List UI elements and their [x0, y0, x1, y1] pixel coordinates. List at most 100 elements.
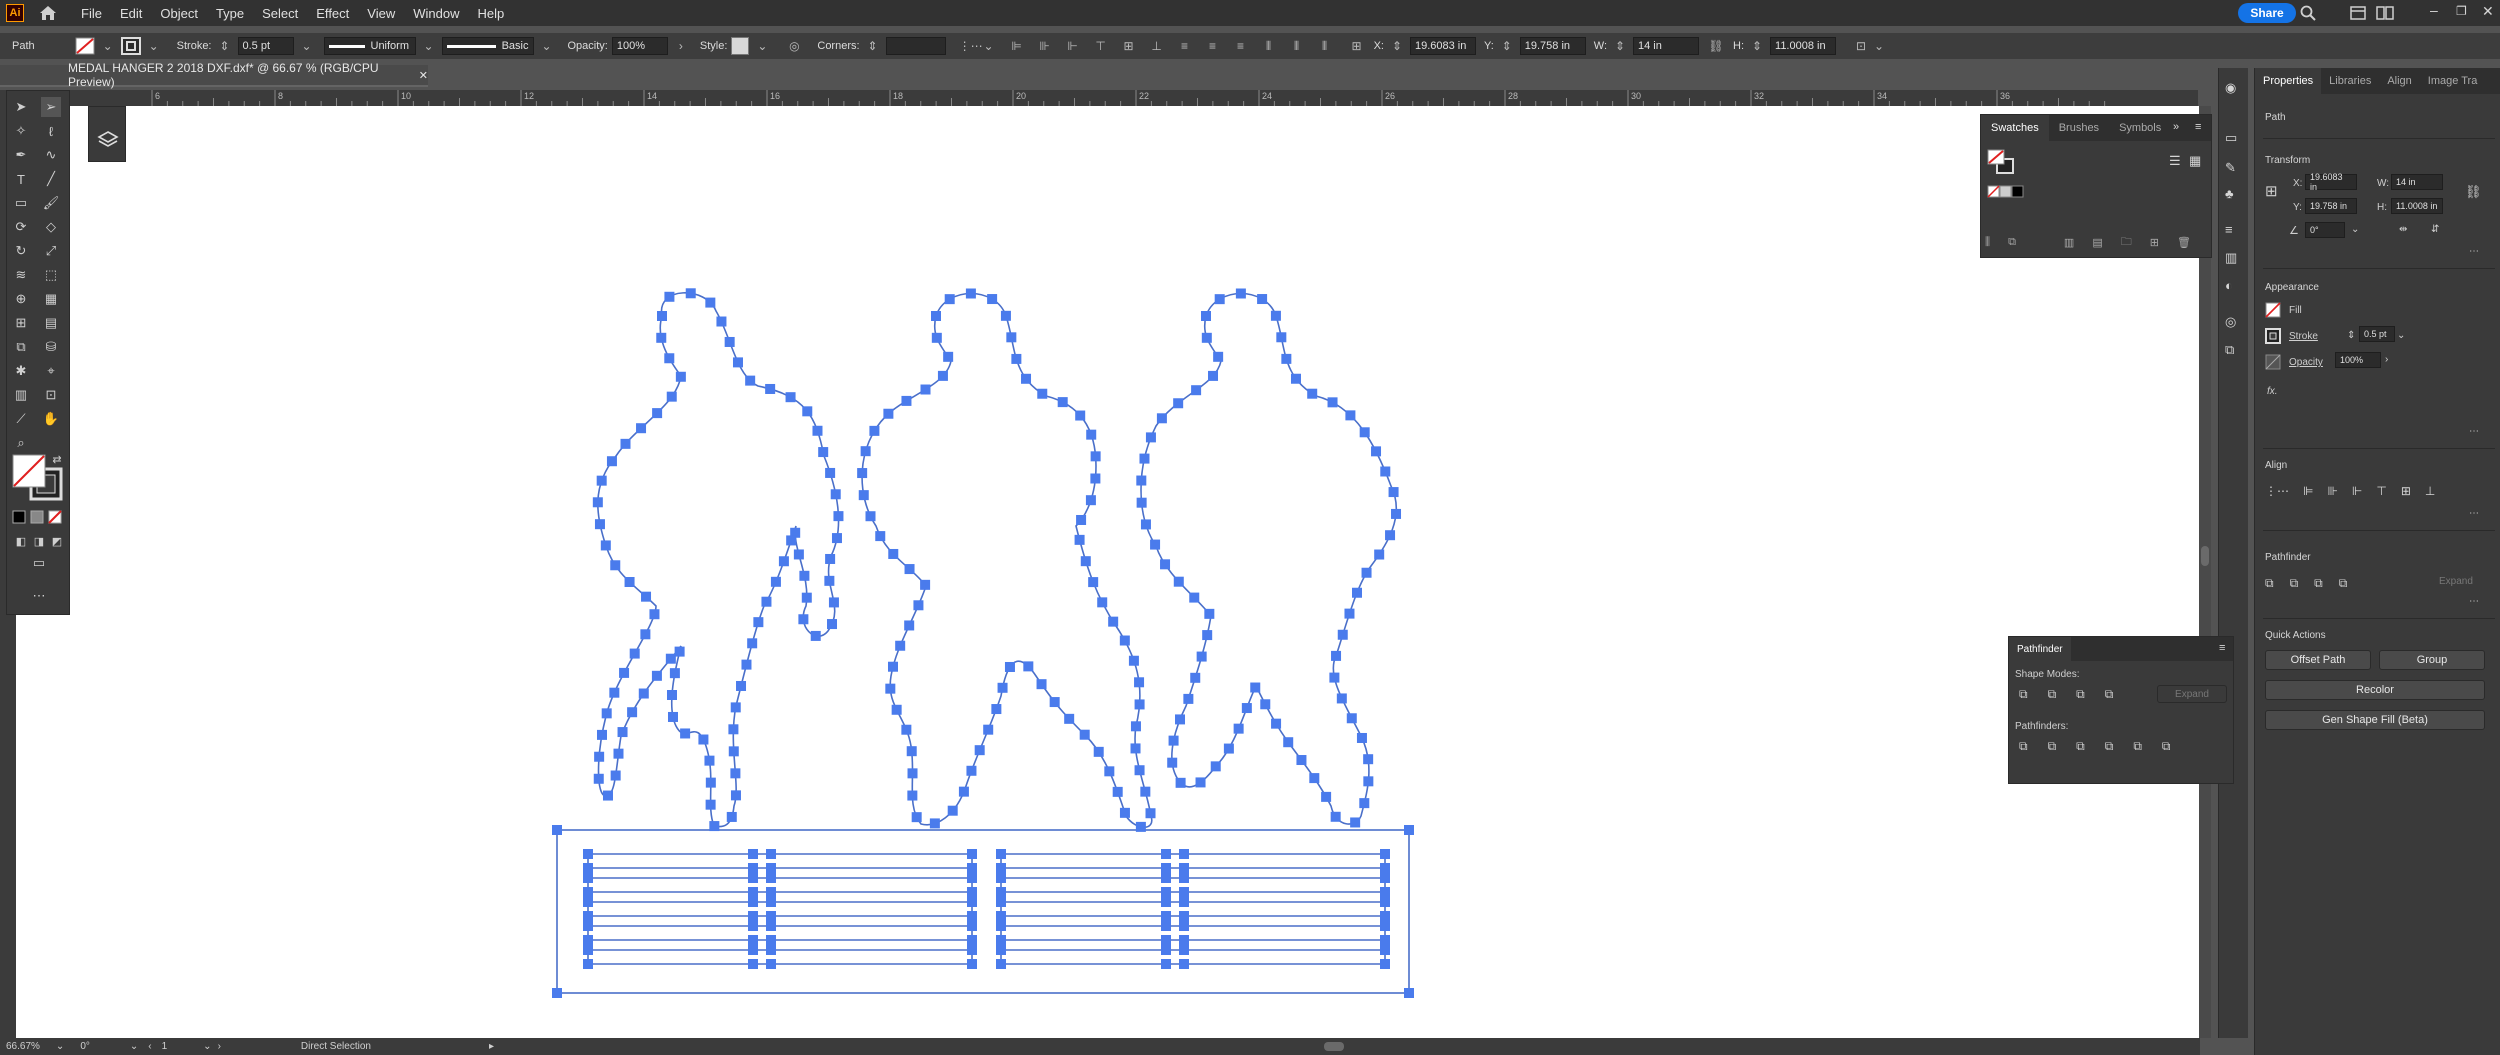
- stroke-stepper-icon[interactable]: ⇕: [216, 37, 234, 55]
- crop-icon[interactable]: ⧉: [2105, 739, 2114, 754]
- distribute-top-icon[interactable]: ≡: [1176, 37, 1194, 55]
- draw-behind-icon[interactable]: ◨: [29, 531, 49, 551]
- align-horizontal-center-icon[interactable]: ⊪: [2327, 484, 2337, 498]
- minus-front-icon[interactable]: ⧉: [2048, 687, 2057, 702]
- close-document-icon[interactable]: ✕: [419, 69, 428, 82]
- stroke-label[interactable]: Stroke: [2289, 331, 2318, 342]
- tab-symbols[interactable]: Symbols: [2109, 122, 2171, 134]
- align-left-icon[interactable]: ⊫: [1008, 37, 1026, 55]
- close-window-icon[interactable]: ✕: [2482, 3, 2494, 20]
- rotate-tool-icon[interactable]: ↻: [11, 241, 31, 261]
- swatch-row[interactable]: [1987, 185, 2027, 199]
- prop-opacity-field[interactable]: 100%: [2335, 352, 2381, 368]
- blend-tool-icon[interactable]: ⧉: [11, 337, 31, 357]
- chevron-down-icon[interactable]: ⌄: [980, 37, 998, 55]
- align-top-icon[interactable]: ⊤: [2376, 484, 2386, 498]
- grid-view-icon[interactable]: ▦: [2189, 153, 2201, 169]
- more-options-icon[interactable]: ⋯: [2469, 596, 2479, 607]
- rectangle-tool-icon[interactable]: ▭: [11, 193, 31, 213]
- shape-builder-tool-icon[interactable]: ⊕: [11, 289, 31, 309]
- layers-collapsed-panel[interactable]: [88, 106, 126, 162]
- chevron-down-icon[interactable]: ⌄: [420, 37, 438, 55]
- stroke-color-swatch[interactable]: [120, 37, 141, 55]
- status-menu-arrow-icon[interactable]: ▸: [489, 1041, 494, 1052]
- home-icon[interactable]: [38, 5, 58, 21]
- divide-icon[interactable]: ⧉: [2019, 739, 2028, 754]
- fx-icon[interactable]: fx.: [2267, 386, 2278, 397]
- selection-tool-icon[interactable]: ➤: [11, 97, 31, 117]
- opacity-label[interactable]: Opacity: [2289, 357, 2323, 368]
- slice-tool-icon[interactable]: ⟋: [11, 409, 31, 429]
- menu-file[interactable]: File: [72, 6, 111, 21]
- perspective-grid-tool-icon[interactable]: ▦: [41, 289, 61, 309]
- artboard-number[interactable]: 1: [162, 1041, 168, 1052]
- align-top-icon[interactable]: ⊤: [1092, 37, 1110, 55]
- corners-field[interactable]: [885, 37, 946, 55]
- horizontal-ruler[interactable]: 6 8 10 12 14 16 18 20 22 24 26 28 30 32 34 36: [48, 90, 2198, 106]
- tab-properties[interactable]: Properties: [2255, 68, 2322, 94]
- direct-selection-tool-icon[interactable]: ➢: [41, 97, 61, 117]
- menu-effect[interactable]: Effect: [307, 6, 358, 21]
- place-swatches-icon[interactable]: ⧉: [2008, 236, 2016, 249]
- chevron-right-icon[interactable]: ›: [672, 37, 690, 55]
- screen-mode-icon[interactable]: ▭: [29, 553, 49, 573]
- arrange-documents-icon[interactable]: [2350, 6, 2366, 20]
- dock-transparency-icon[interactable]: ◐: [2225, 278, 2233, 293]
- chevron-down-icon[interactable]: ⌄: [145, 37, 163, 55]
- menu-help[interactable]: Help: [468, 6, 513, 21]
- scale-tool-icon[interactable]: ⤢: [41, 241, 61, 261]
- reference-point-icon[interactable]: ⊞: [2265, 182, 2278, 200]
- intersect-icon[interactable]: ⧉: [2076, 687, 2085, 702]
- chevron-down-icon[interactable]: ⌄: [203, 1041, 211, 1052]
- minus-back-icon[interactable]: ⧉: [2162, 739, 2171, 754]
- unite-icon[interactable]: ⧉: [2265, 576, 2274, 591]
- maximize-icon[interactable]: ❐: [2456, 4, 2467, 18]
- tab-swatches[interactable]: Swatches: [1981, 115, 2049, 141]
- dock-appearance-icon[interactable]: ◎: [2225, 314, 2236, 330]
- align-vertical-center-icon[interactable]: ⊞: [1120, 37, 1138, 55]
- prop-angle-field[interactable]: 0°: [2305, 222, 2345, 238]
- prop-y-field[interactable]: 19.758 in: [2305, 198, 2357, 214]
- height-field[interactable]: 11.0008 in: [1770, 37, 1837, 55]
- align-left-icon[interactable]: ⊫: [2303, 484, 2313, 498]
- align-to-selection-icon[interactable]: ⋮⋯: [959, 37, 983, 55]
- distribute-horizontal-center-icon[interactable]: ⦀: [1288, 37, 1306, 55]
- group-button[interactable]: Group: [2379, 650, 2485, 670]
- chevron-down-icon[interactable]: ⌄: [2397, 330, 2405, 341]
- menu-view[interactable]: View: [358, 6, 404, 21]
- show-swatch-kinds-icon[interactable]: ▥: [2064, 236, 2074, 249]
- dock-stroke-icon[interactable]: ≡: [2225, 222, 2233, 237]
- hand-tool-icon[interactable]: ✋: [41, 409, 61, 429]
- constrain-proportions-icon[interactable]: ⛓: [2465, 184, 2482, 200]
- distribute-left-icon[interactable]: ⦀: [1260, 37, 1278, 55]
- type-tool-icon[interactable]: T: [11, 169, 31, 189]
- prop-stroke-field[interactable]: 0.5 pt: [2359, 326, 2395, 342]
- menu-object[interactable]: Object: [151, 6, 207, 21]
- stroke-stepper-icon[interactable]: ⇕: [2347, 330, 2355, 341]
- draw-normal-icon[interactable]: ◧: [11, 531, 31, 551]
- align-horizontal-center-icon[interactable]: ⊪: [1036, 37, 1054, 55]
- h-stepper-icon[interactable]: ⇕: [1748, 37, 1766, 55]
- workspace-switcher-icon[interactable]: [2376, 6, 2394, 20]
- gradient-tool-icon[interactable]: ▤: [41, 313, 61, 333]
- symbol-sprayer-tool-icon[interactable]: ✱: [11, 361, 31, 381]
- align-right-icon[interactable]: ⊩: [1064, 37, 1082, 55]
- more-options-icon[interactable]: ⋯: [2469, 246, 2479, 257]
- trim-icon[interactable]: ⧉: [2048, 739, 2057, 754]
- flip-horizontal-icon[interactable]: ⇹: [2399, 224, 2407, 235]
- menu-window[interactable]: Window: [404, 6, 468, 21]
- align-to-icon[interactable]: ⋮⋯: [2265, 484, 2289, 498]
- eraser-tool-icon[interactable]: ◇: [41, 217, 61, 237]
- paintbrush-tool-icon[interactable]: 🖌: [41, 193, 61, 213]
- dock-artboards-icon[interactable]: ▭: [2225, 130, 2237, 146]
- color-mode-buttons[interactable]: [11, 509, 67, 525]
- prop-x-field[interactable]: 19.6083 in: [2305, 172, 2357, 192]
- chevron-down-icon[interactable]: ⌄: [1870, 37, 1888, 55]
- list-view-icon[interactable]: ☰: [2169, 153, 2181, 169]
- stroke-weight-field[interactable]: 0.5 pt: [237, 37, 294, 55]
- tab-align[interactable]: Align: [2379, 75, 2419, 87]
- outline-icon[interactable]: ⧉: [2133, 739, 2142, 754]
- zoom-level[interactable]: 66.67%: [6, 1041, 40, 1052]
- magic-wand-tool-icon[interactable]: ✧: [11, 121, 31, 141]
- previous-artboard-icon[interactable]: ‹: [148, 1041, 151, 1052]
